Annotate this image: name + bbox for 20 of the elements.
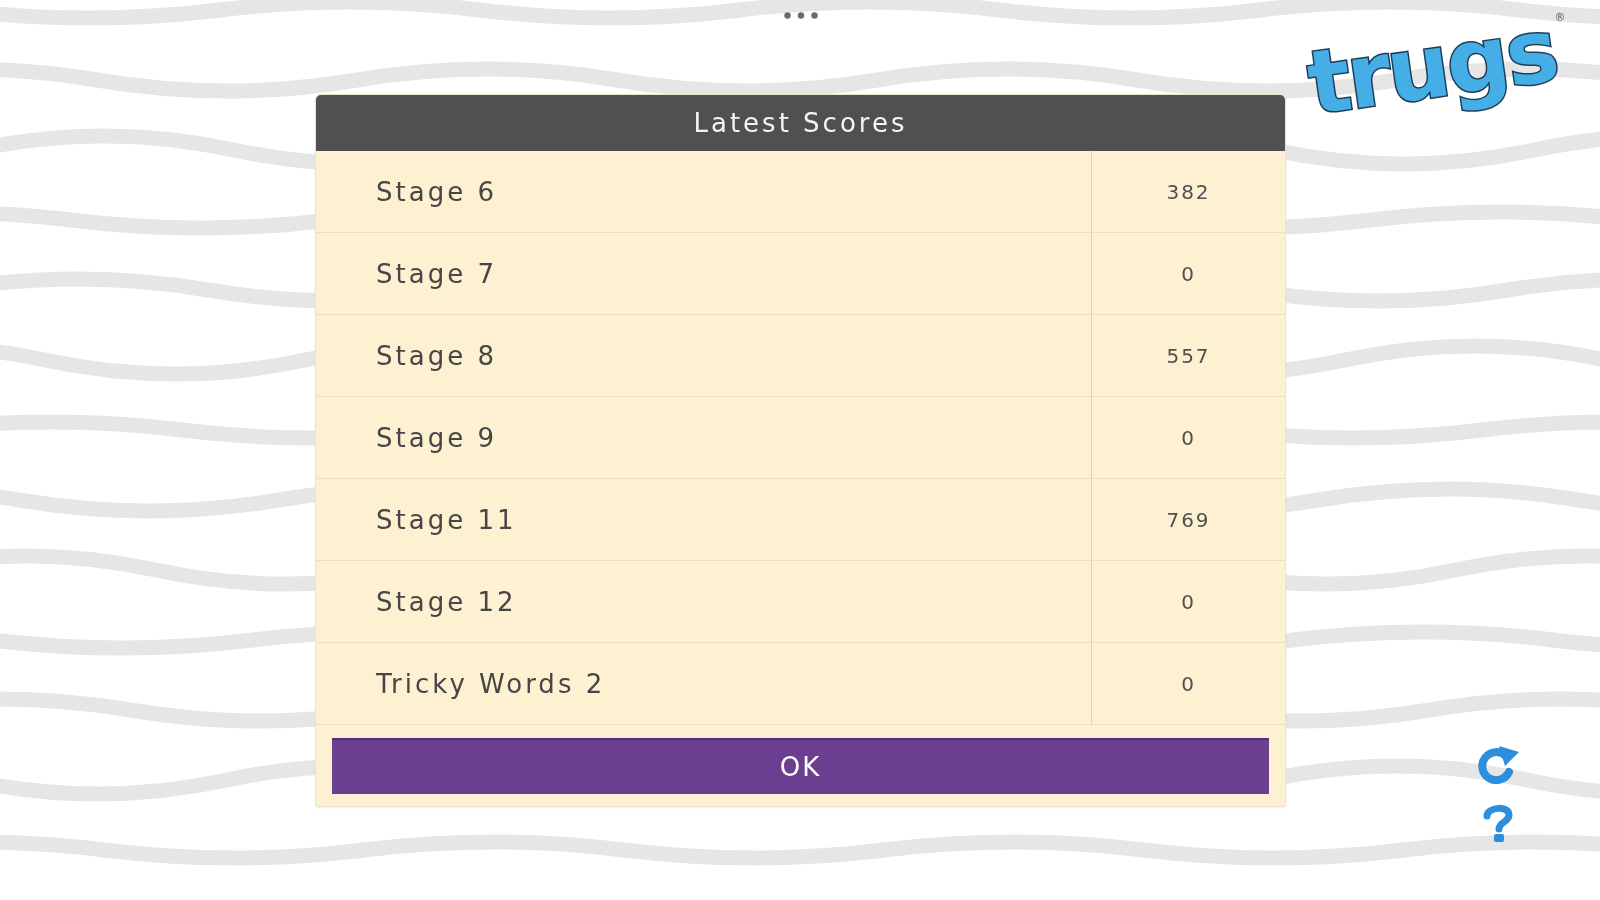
stage-label: Stage 11 [376,504,517,535]
dialog-title: Latest Scores [693,108,908,138]
score-value: 382 [1166,179,1211,204]
stage-label: Stage 12 [376,586,517,617]
score-value: 769 [1166,507,1211,532]
score-value: 0 [1181,425,1196,450]
stage-label: Stage 8 [376,340,497,371]
score-value: 0 [1181,261,1196,286]
score-value: 0 [1181,589,1196,614]
score-value: 557 [1166,343,1211,368]
stage-label: Stage 7 [376,258,497,289]
ok-button[interactable]: OK [332,738,1269,794]
registered-mark: ® [1553,10,1567,25]
refresh-icon[interactable] [1475,744,1521,784]
ellipsis-icon[interactable] [783,12,818,19]
stage-label: Stage 6 [376,176,497,207]
stage-label: Tricky Words 2 [376,668,606,699]
help-icon[interactable] [1482,804,1514,842]
stage-label: Stage 9 [376,422,497,453]
score-value: 0 [1181,671,1196,696]
